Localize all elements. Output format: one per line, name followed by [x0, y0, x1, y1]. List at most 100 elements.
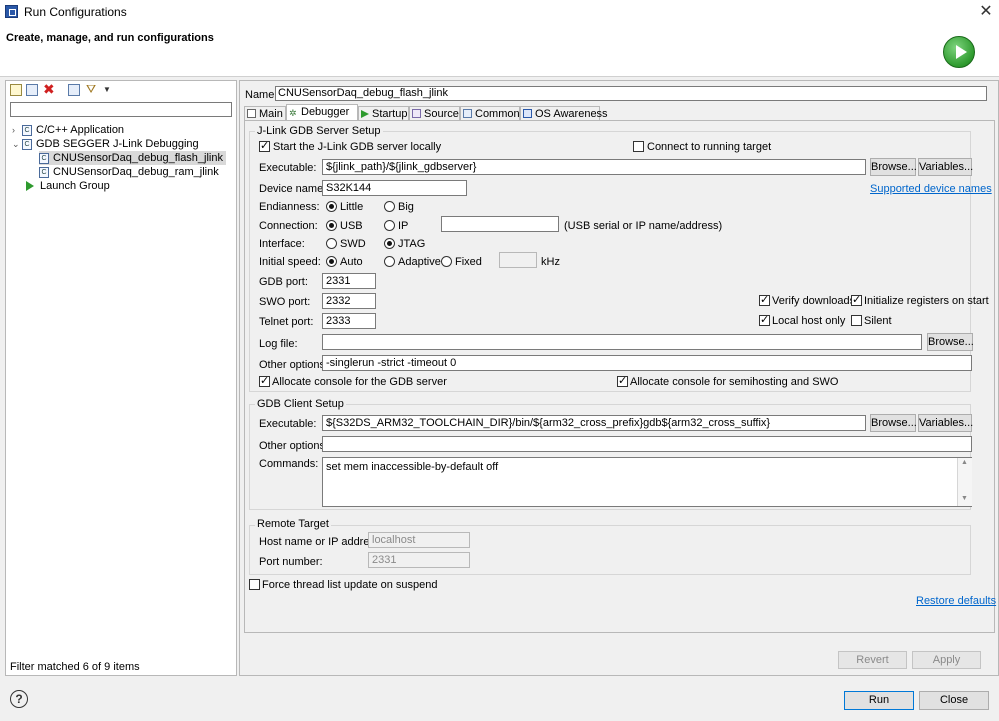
swo-port-label: SWO port:	[259, 296, 311, 308]
port-label: Port number:	[259, 556, 323, 568]
filter-dropdown-icon[interactable]: ▼	[103, 85, 111, 94]
tree-item-gdb-segger[interactable]: ⌄ C GDB SEGGER J-Link Debugging	[12, 137, 199, 151]
adaptive-label: Adaptive	[398, 256, 441, 268]
filter-icon[interactable]: ⛛	[86, 82, 98, 96]
big-radio[interactable]	[384, 201, 395, 212]
silent-checkbox[interactable]	[851, 315, 862, 326]
scroll-up-icon[interactable]: ▲	[961, 459, 968, 466]
fixed-label: Fixed	[455, 256, 482, 268]
connect-running-checkbox[interactable]	[633, 141, 644, 152]
window-title: Run Configurations	[24, 5, 127, 19]
tree-item-ram-jlink[interactable]: C CNUSensorDaq_debug_ram_jlink	[39, 165, 219, 179]
dialog-header: Create, manage, and run configurations	[0, 24, 999, 77]
delete-config-icon[interactable]: ✖	[43, 82, 55, 96]
localhost-only-checkbox[interactable]	[759, 313, 770, 327]
swo-port-input[interactable]: 2332	[322, 293, 376, 309]
close-button[interactable]: Close	[919, 691, 989, 710]
device-input[interactable]: S32K144	[322, 180, 467, 196]
init-registers-label: Initialize registers on start	[864, 295, 989, 307]
title-bar: Run Configurations ✕	[0, 0, 999, 24]
swd-label: SWD	[340, 238, 366, 250]
scroll-down-icon[interactable]: ▼	[961, 495, 968, 502]
server-browse-button[interactable]: Browse...	[870, 158, 917, 176]
tab-debugger[interactable]: ✲ Debugger	[286, 104, 358, 121]
debugger-tab-icon: ✲	[289, 108, 297, 118]
tab-common[interactable]: Common	[460, 106, 520, 120]
usb-ip-input[interactable]	[441, 216, 559, 232]
jtag-radio[interactable]	[384, 238, 395, 249]
common-tab-icon	[463, 109, 472, 118]
init-registers-checkbox[interactable]	[851, 293, 862, 307]
verify-downloads-label: Verify downloads	[772, 295, 856, 307]
restore-defaults-link[interactable]: Restore defaults	[916, 595, 996, 607]
auto-radio[interactable]	[326, 256, 337, 267]
tab-startup[interactable]: Startup	[358, 106, 409, 120]
server-variables-button[interactable]: Variables...	[918, 158, 973, 176]
log-file-label: Log file:	[259, 338, 298, 350]
gdb-port-input[interactable]: 2331	[322, 273, 376, 289]
log-file-input[interactable]	[322, 334, 922, 350]
c-config-icon: C	[22, 138, 32, 150]
alloc-gdb-checkbox[interactable]	[259, 374, 270, 388]
host-input[interactable]: localhost	[368, 532, 470, 548]
tree-item-launch-group[interactable]: Launch Group	[26, 179, 110, 193]
run-button[interactable]: Run	[844, 691, 914, 710]
client-exec-input[interactable]: ${S32DS_ARM32_TOOLCHAIN_DIR}/bin/${arm32…	[322, 415, 866, 431]
interface-label: Interface:	[259, 238, 305, 250]
ip-label: IP	[398, 220, 409, 232]
localhost-only-label: Local host only	[772, 315, 846, 327]
tree-item-flash-jlink[interactable]: C CNUSensorDaq_debug_flash_jlink	[39, 151, 226, 165]
help-icon[interactable]: ?	[10, 690, 28, 708]
connection-hint: (USB serial or IP name/address)	[564, 220, 723, 232]
collapse-all-icon[interactable]	[68, 84, 80, 96]
tab-os-awareness[interactable]: OS Awareness	[520, 106, 608, 120]
os-awareness-tab-icon	[523, 109, 532, 118]
server-other-input[interactable]: -singlerun -strict -timeout 0	[322, 355, 972, 371]
fixed-speed-input[interactable]	[499, 252, 537, 268]
commands-textarea[interactable]: set mem inaccessible-by-default off	[322, 457, 972, 507]
fixed-radio[interactable]	[441, 256, 452, 267]
host-label: Host name or IP address:	[259, 536, 384, 548]
ip-radio[interactable]	[384, 220, 395, 231]
client-browse-button[interactable]: Browse...	[870, 414, 917, 432]
little-radio[interactable]	[326, 201, 337, 212]
remote-target-group	[249, 525, 971, 575]
big-label: Big	[398, 201, 414, 213]
supported-devices-link[interactable]: Supported device names	[870, 183, 992, 195]
collapse-icon[interactable]: ⌄	[12, 137, 22, 151]
revert-button[interactable]: Revert	[838, 651, 907, 669]
start-locally-label: Start the J-Link GDB server locally	[273, 141, 442, 153]
name-label: Name:	[245, 89, 278, 101]
tree-item-cpp-application[interactable]: › C C/C++ Application	[12, 123, 124, 137]
adaptive-radio[interactable]	[384, 256, 395, 267]
usb-radio[interactable]	[326, 220, 337, 231]
duplicate-config-icon[interactable]	[26, 84, 38, 96]
log-browse-button[interactable]: Browse...	[927, 333, 974, 351]
server-exec-input[interactable]: ${jlink_path}/${jlink_gdbserver}	[322, 159, 866, 175]
tab-source[interactable]: Source	[409, 106, 460, 120]
force-thread-checkbox[interactable]	[249, 579, 260, 590]
alloc-semi-checkbox[interactable]	[617, 374, 628, 388]
name-input[interactable]: CNUSensorDaq_debug_flash_jlink	[275, 86, 987, 101]
gdb-port-label: GDB port:	[259, 276, 308, 288]
start-locally-checkbox[interactable]	[259, 139, 270, 153]
window-close-icon[interactable]: ✕	[975, 1, 997, 23]
connection-label: Connection:	[259, 220, 318, 232]
speed-label: Initial speed:	[259, 256, 321, 268]
force-thread-label: Force thread list update on suspend	[262, 579, 438, 591]
filter-input[interactable]	[10, 102, 232, 117]
expand-icon[interactable]: ›	[12, 123, 22, 137]
tab-main[interactable]: Main	[244, 106, 286, 120]
port-input[interactable]: 2331	[368, 552, 470, 568]
client-other-input[interactable]	[322, 436, 972, 452]
apply-button[interactable]: Apply	[912, 651, 981, 669]
new-config-icon[interactable]	[10, 84, 22, 96]
verify-downloads-checkbox[interactable]	[759, 293, 770, 307]
auto-label: Auto	[340, 256, 363, 268]
client-variables-button[interactable]: Variables...	[918, 414, 973, 432]
server-exec-label: Executable:	[259, 162, 317, 174]
swd-radio[interactable]	[326, 238, 337, 249]
telnet-port-input[interactable]: 2333	[322, 313, 376, 329]
client-setup-heading: GDB Client Setup	[255, 398, 346, 410]
commands-scrollbar[interactable]: ▲ ▼	[957, 458, 972, 506]
